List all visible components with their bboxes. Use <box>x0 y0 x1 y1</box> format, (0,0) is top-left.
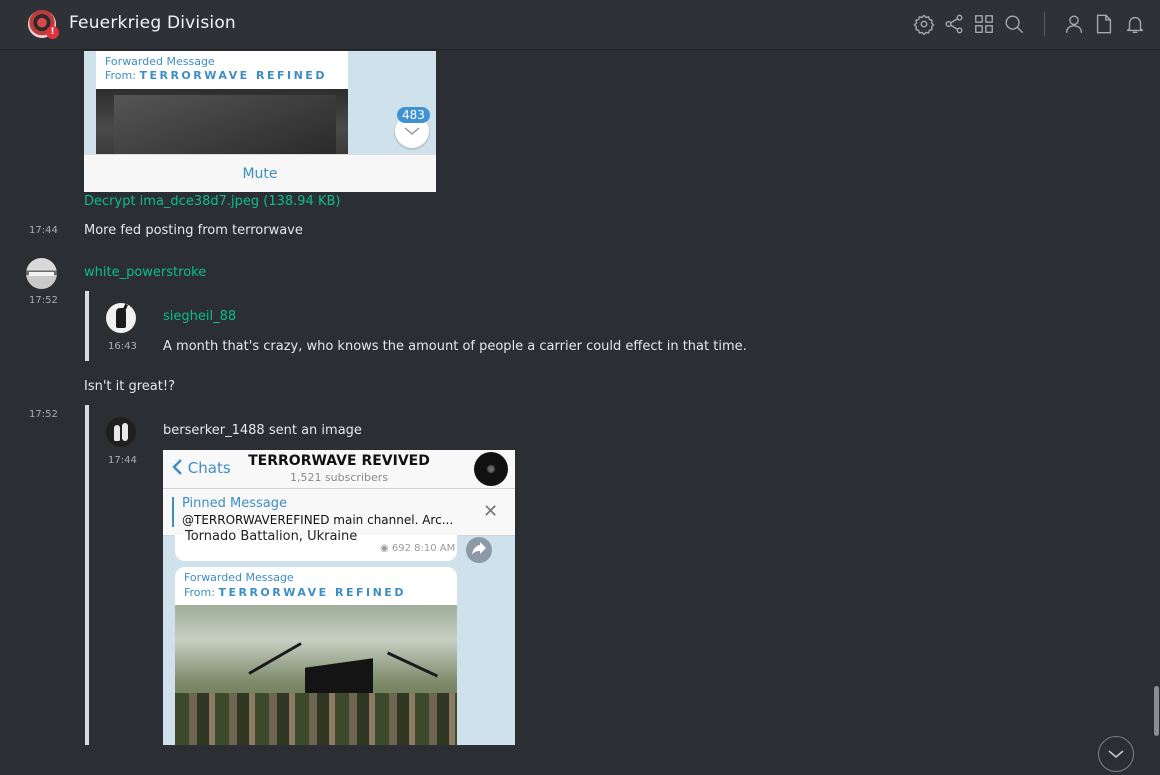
subscriber-count: 1,521 subscribers <box>289 471 389 484</box>
channel-avatar <box>474 452 508 486</box>
message-text: Isn't it great!? <box>84 379 175 394</box>
unread-count-badge: 483 <box>397 107 430 123</box>
timeline[interactable]: Forwarded Message From: TERRORWAVE REFIN… <box>0 51 1160 772</box>
telegram-header: Chats TERRORWAVE REVIVED 1,521 subscribe… <box>163 450 515 489</box>
previous-message-text: Tornado Battalion, Ukraine <box>185 529 358 544</box>
share-icon[interactable] <box>943 13 965 35</box>
room-title[interactable]: Feuerkrieg Division <box>69 13 236 33</box>
pinned-title: Pinned Message <box>182 496 288 511</box>
room-alert-badge: ! <box>46 26 59 39</box>
header-divider <box>1044 12 1045 36</box>
from-channel: TERRORWAVE REFINED <box>139 69 327 82</box>
forwarded-bubble: Forwarded Message From: TERRORWAVE REFIN… <box>175 567 457 745</box>
forwarded-from: From: TERRORWAVE REFINED <box>105 69 327 82</box>
group-photo <box>175 605 457 745</box>
from-label: From: <box>184 586 215 599</box>
settings-icon[interactable] <box>913 13 935 36</box>
forwarded-screenshot-image[interactable]: Forwarded Message From: TERRORWAVE REFIN… <box>84 51 436 192</box>
avatar[interactable] <box>106 417 136 447</box>
quoted-message-text: A month that's crazy, who knows the amou… <box>163 339 747 354</box>
user-icon[interactable] <box>1063 13 1085 35</box>
quoted-sender-text: berserker_1488 sent an image <box>163 423 362 438</box>
telegram-screenshot-image[interactable]: Chats TERRORWAVE REVIVED 1,521 subscribe… <box>163 450 515 745</box>
sender-name[interactable]: white_powerstroke <box>84 265 206 280</box>
message-timestamp: 17:52 <box>29 409 58 420</box>
share-arrow-icon <box>466 537 492 563</box>
scrollbar-thumb[interactable] <box>1154 686 1159 736</box>
from-label: From: <box>105 69 136 82</box>
mute-bar: Mute <box>84 154 436 192</box>
previous-message-bubble: Tornado Battalion, Ukraine ◉ 692 8:10 AM <box>175 529 457 561</box>
search-icon[interactable] <box>1003 13 1025 35</box>
room-header: ! Feuerkrieg Division <box>0 0 1160 50</box>
quoted-sender-name[interactable]: siegheil_88 <box>163 309 236 324</box>
close-icon: ✕ <box>483 501 499 522</box>
message-timestamp: 17:44 <box>29 225 58 236</box>
forwarded-photo <box>96 89 348 155</box>
quote-bar <box>85 405 89 745</box>
channel-title: TERRORWAVE REVIVED <box>248 453 430 469</box>
message-timestamp: 17:52 <box>29 295 58 306</box>
mute-label: Mute <box>242 166 278 182</box>
jump-to-bottom-button[interactable] <box>1098 736 1134 772</box>
pinned-text: @TERRORWAVEREFINED main channel. Arc... <box>182 513 454 527</box>
forwarded-label: Forwarded Message <box>105 55 215 68</box>
avatar[interactable] <box>106 303 136 333</box>
forwarded-from: From: TERRORWAVE REFINED <box>184 586 406 599</box>
bell-icon[interactable] <box>1124 13 1146 35</box>
decrypt-file-link[interactable]: Decrypt ima_dce38d7.jpeg (138.94 KB) <box>84 194 340 209</box>
avatar[interactable] <box>26 258 57 289</box>
message-text: More fed posting from terrorwave <box>84 223 303 238</box>
grid-icon[interactable] <box>973 13 995 35</box>
previous-message-meta: ◉ 692 8:10 AM <box>380 543 456 554</box>
files-icon[interactable] <box>1093 13 1115 35</box>
quote-bar <box>85 291 89 361</box>
from-channel: TERRORWAVE REFINED <box>218 586 406 599</box>
quoted-timestamp: 16:43 <box>108 341 137 352</box>
quoted-timestamp: 17:44 <box>108 455 137 466</box>
forwarded-label: Forwarded Message <box>184 571 294 584</box>
